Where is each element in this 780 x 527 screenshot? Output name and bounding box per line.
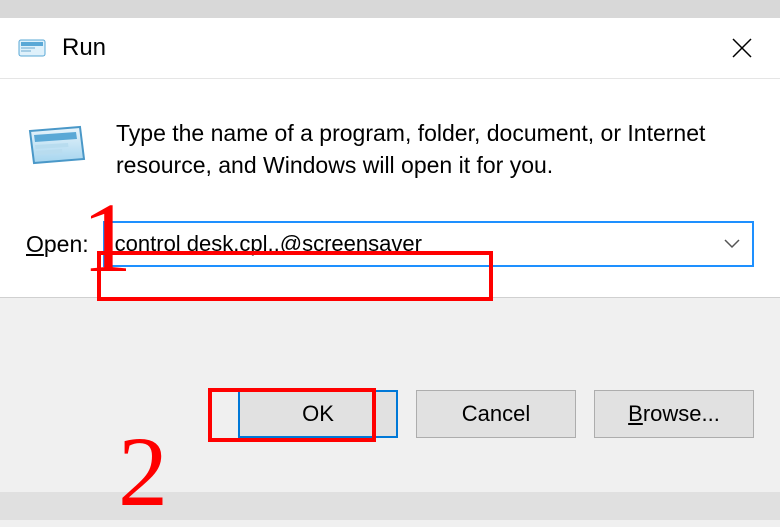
background-top-strip xyxy=(0,0,780,18)
description-text: Type the name of a program, folder, docu… xyxy=(116,117,754,181)
ok-button[interactable]: OK xyxy=(238,390,398,438)
cancel-button-label: Cancel xyxy=(462,401,530,427)
close-button[interactable] xyxy=(712,18,772,78)
combobox-dropdown-button[interactable] xyxy=(712,223,752,265)
dialog-body: Type the name of a program, folder, docu… xyxy=(0,79,780,297)
open-label: Open: xyxy=(26,231,89,258)
close-icon xyxy=(731,37,753,59)
command-combobox[interactable] xyxy=(103,221,754,267)
command-input[interactable] xyxy=(105,223,712,265)
cancel-button[interactable]: Cancel xyxy=(416,390,576,438)
description-row: Type the name of a program, folder, docu… xyxy=(26,117,754,181)
run-dialog: Run xyxy=(0,18,780,298)
browse-button-label: Browse... xyxy=(628,401,720,427)
dialog-footer: OK Cancel Browse... xyxy=(0,360,780,474)
run-program-icon xyxy=(26,121,88,169)
open-field-row: Open: xyxy=(26,221,754,267)
run-title-icon xyxy=(18,37,46,59)
chevron-down-icon xyxy=(724,239,740,249)
window-title: Run xyxy=(62,34,712,62)
background-bottom-strip xyxy=(0,492,780,520)
browse-button[interactable]: Browse... xyxy=(594,390,754,438)
titlebar: Run xyxy=(0,18,780,78)
ok-button-label: OK xyxy=(302,401,334,427)
